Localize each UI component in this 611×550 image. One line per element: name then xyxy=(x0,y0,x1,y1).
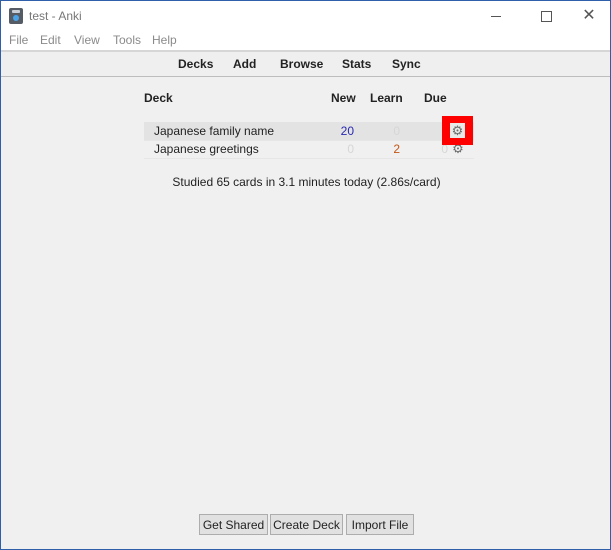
new-count: 0 xyxy=(347,142,354,156)
toolbar-sync[interactable]: Sync xyxy=(392,57,421,71)
new-count: 20 xyxy=(340,124,354,138)
menu-bar: File Edit View Tools Help xyxy=(1,31,610,52)
title-bar: test - Anki ✕ xyxy=(1,1,610,31)
toolbar: Decks Add Browse Stats Sync xyxy=(1,52,610,77)
window-title: test - Anki xyxy=(29,9,82,23)
toolbar-decks[interactable]: Decks xyxy=(178,57,213,71)
anki-icon xyxy=(9,8,23,24)
deck-name[interactable]: Japanese family name xyxy=(154,124,274,138)
menu-file[interactable]: File xyxy=(9,33,28,47)
close-icon: ✕ xyxy=(582,7,596,24)
toolbar-stats[interactable]: Stats xyxy=(342,57,371,71)
minimize-button[interactable] xyxy=(473,1,519,31)
menu-help[interactable]: Help xyxy=(152,33,177,47)
annotation-highlight: ⚙ xyxy=(442,116,473,145)
learn-count: 0 xyxy=(393,124,400,138)
learn-count: 2 xyxy=(393,142,400,156)
toolbar-add[interactable]: Add xyxy=(233,57,256,71)
import-file-button[interactable]: Import File xyxy=(346,514,414,535)
maximize-button[interactable] xyxy=(523,1,569,31)
anki-main-window: test - Anki ✕ File Edit View Tools Help … xyxy=(0,0,611,550)
maximize-icon xyxy=(540,10,552,22)
deck-row[interactable]: Japanese greetings 0 2 0 ⚙ xyxy=(144,140,474,158)
study-stats: Studied 65 cards in 3.1 minutes today (2… xyxy=(172,175,441,189)
create-deck-button[interactable]: Create Deck xyxy=(270,514,343,535)
deck-row[interactable]: Japanese family name 20 0 0 xyxy=(144,122,474,140)
minimize-icon xyxy=(491,15,501,17)
close-button[interactable]: ✕ xyxy=(566,1,611,31)
deck-name[interactable]: Japanese greetings xyxy=(154,142,259,156)
column-header-new: New xyxy=(331,91,356,105)
gear-icon[interactable]: ⚙ xyxy=(450,123,465,138)
column-header-deck: Deck xyxy=(144,91,173,105)
row-divider xyxy=(144,158,474,159)
get-shared-button[interactable]: Get Shared xyxy=(199,514,268,535)
column-header-learn: Learn xyxy=(370,91,403,105)
column-header-due: Due xyxy=(424,91,447,105)
menu-view[interactable]: View xyxy=(74,33,100,47)
menu-edit[interactable]: Edit xyxy=(40,33,61,47)
toolbar-browse[interactable]: Browse xyxy=(280,57,323,71)
menu-tools[interactable]: Tools xyxy=(113,33,141,47)
